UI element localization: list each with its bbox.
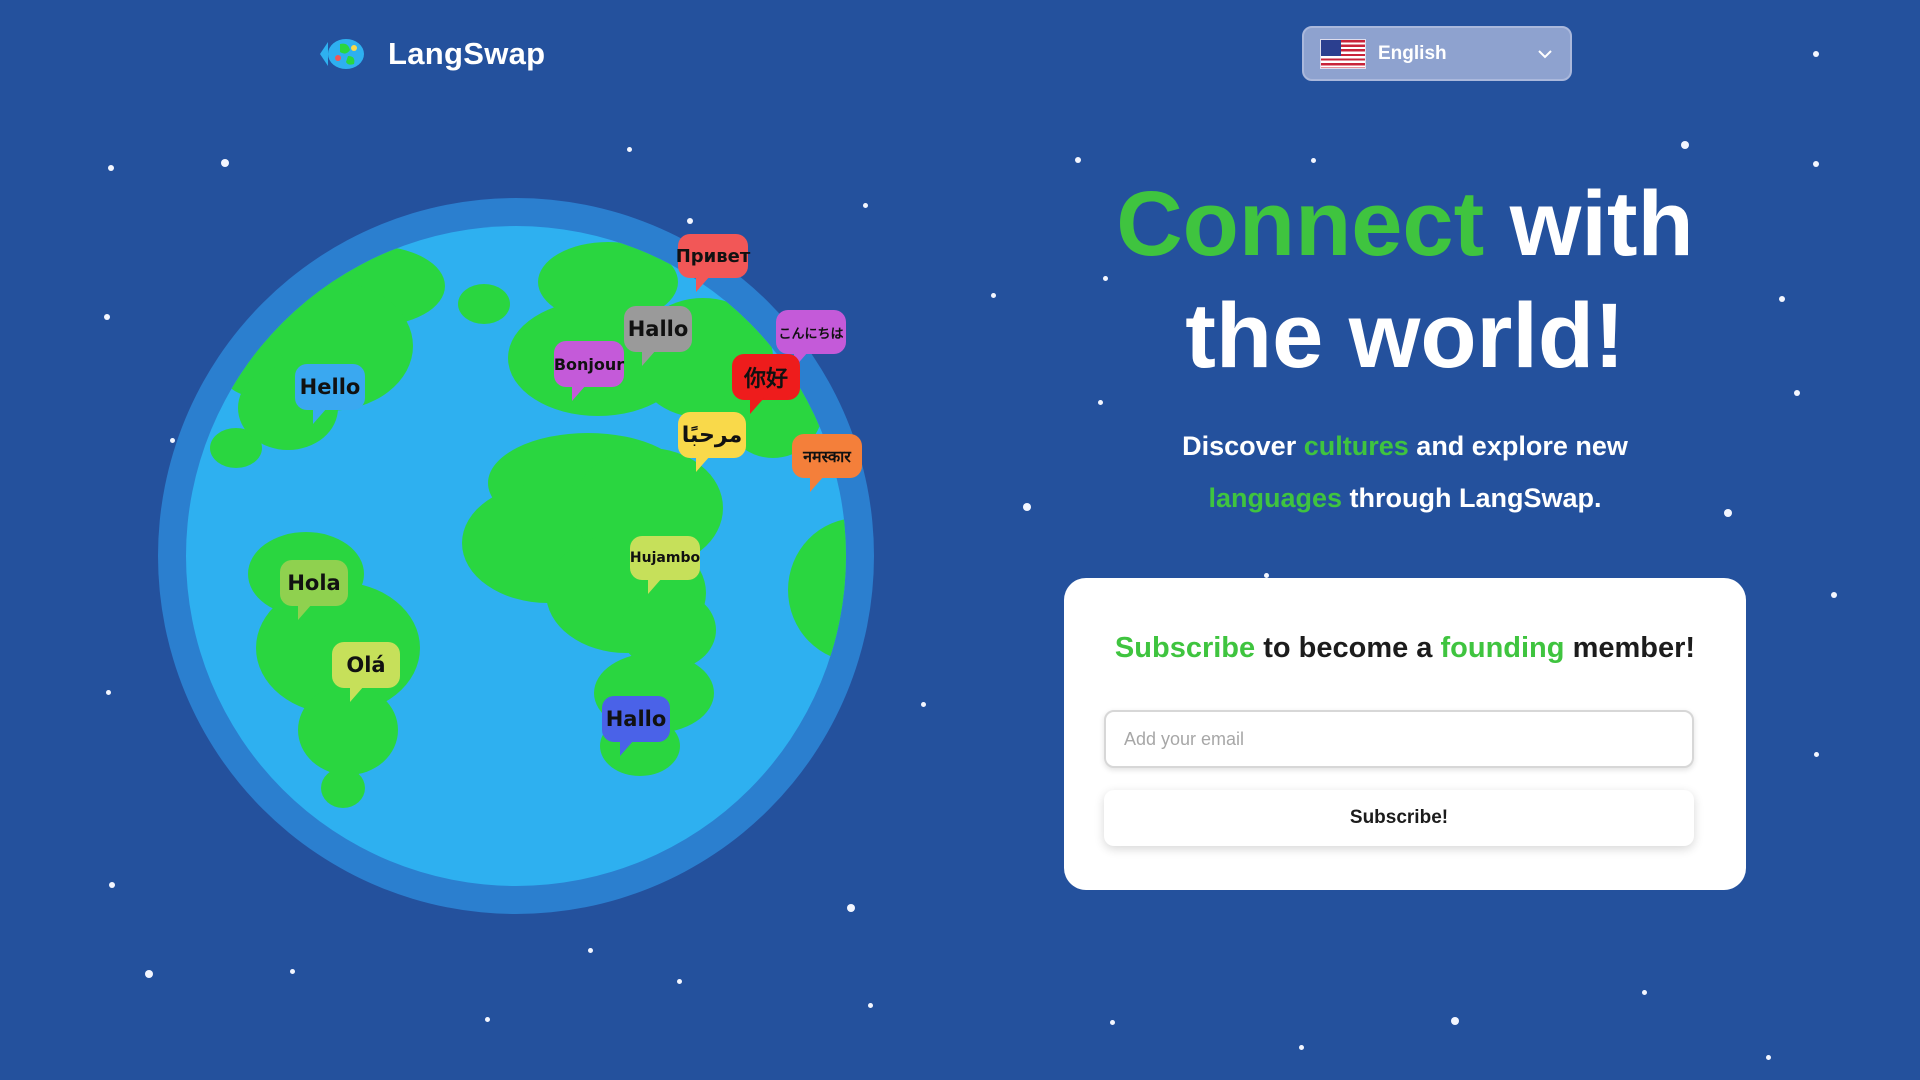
star — [868, 1003, 873, 1008]
star — [1451, 1017, 1459, 1025]
greeting-bubble: Привет — [676, 234, 750, 292]
hero-title-highlight: Connect — [1116, 173, 1485, 275]
greeting-bubble: Hallo — [602, 696, 670, 756]
star — [1724, 509, 1732, 517]
star — [1766, 1055, 1771, 1060]
star — [1311, 158, 1316, 163]
subscribe-title-highlight: Subscribe — [1114, 632, 1256, 664]
globe-illustration: Привет Hallo こんにちは Bonjour 你好 Hello مرحب… — [158, 198, 874, 914]
globe-fish-logo-icon — [318, 36, 366, 72]
star — [1813, 51, 1819, 57]
hero-title: Connect with the world! — [1040, 168, 1770, 392]
greeting-bubble: Hujambo — [630, 536, 700, 594]
star — [1813, 161, 1819, 167]
hero-title-text: the world! — [1185, 285, 1625, 387]
greeting-bubble: Hola — [280, 560, 348, 620]
star — [588, 948, 593, 953]
star — [1110, 1020, 1115, 1025]
star — [921, 702, 926, 707]
hero-subtitle: Discover cultures and explore new langua… — [1120, 420, 1690, 524]
greeting-bubble: こんにちは — [776, 310, 846, 368]
star — [1642, 990, 1647, 995]
greeting-bubble: 你好 — [732, 354, 800, 414]
star — [1075, 157, 1081, 163]
greeting-bubble: Olá — [332, 642, 400, 702]
chevron-down-icon — [1538, 49, 1552, 58]
subscribe-button[interactable]: Subscribe! — [1104, 790, 1694, 846]
hero-subtitle-text: through LangSwap. — [1349, 483, 1602, 513]
star — [485, 1017, 490, 1022]
star — [1023, 503, 1031, 511]
hero-subtitle-text: and explore new — [1416, 431, 1628, 461]
star — [109, 882, 115, 888]
subscribe-title-text: member! — [1572, 632, 1696, 664]
star — [677, 979, 682, 984]
subscribe-title-text: to become a — [1263, 632, 1433, 664]
greeting-bubble: Hallo — [624, 306, 692, 366]
app-name: LangSwap — [388, 36, 546, 71]
star — [1794, 390, 1800, 396]
star — [221, 159, 229, 167]
subscribe-card: Subscribe to become a founding member! S… — [1064, 578, 1746, 890]
star — [104, 314, 110, 320]
star — [1681, 141, 1689, 149]
email-input[interactable] — [1104, 710, 1694, 768]
star — [1779, 296, 1785, 302]
language-selector[interactable]: English — [1302, 26, 1572, 81]
hero-subtitle-highlight: cultures — [1303, 431, 1409, 461]
star — [290, 969, 295, 974]
subscribe-title-highlight: founding — [1440, 632, 1565, 664]
star — [106, 690, 111, 695]
star — [1831, 592, 1837, 598]
star — [1098, 400, 1103, 405]
greeting-bubble: नमस्कार — [792, 434, 862, 492]
hero-subtitle-text: Discover — [1182, 431, 1297, 461]
hero-subtitle-highlight: languages — [1208, 483, 1343, 513]
greeting-bubble: Hello — [295, 364, 365, 424]
globe-map — [158, 198, 874, 914]
logo[interactable]: LangSwap — [318, 36, 545, 72]
star — [627, 147, 632, 152]
hero-title-text: with — [1509, 173, 1694, 275]
selected-language: English — [1378, 42, 1447, 64]
us-flag-icon — [1320, 38, 1366, 69]
greeting-bubble: Bonjour — [554, 341, 624, 401]
star — [108, 165, 114, 171]
subscribe-title: Subscribe to become a founding member! — [1064, 632, 1746, 665]
star — [145, 970, 153, 978]
star — [1299, 1045, 1304, 1050]
greeting-bubble: مرحبًا — [678, 412, 746, 472]
star — [1814, 752, 1819, 757]
star — [991, 293, 996, 298]
